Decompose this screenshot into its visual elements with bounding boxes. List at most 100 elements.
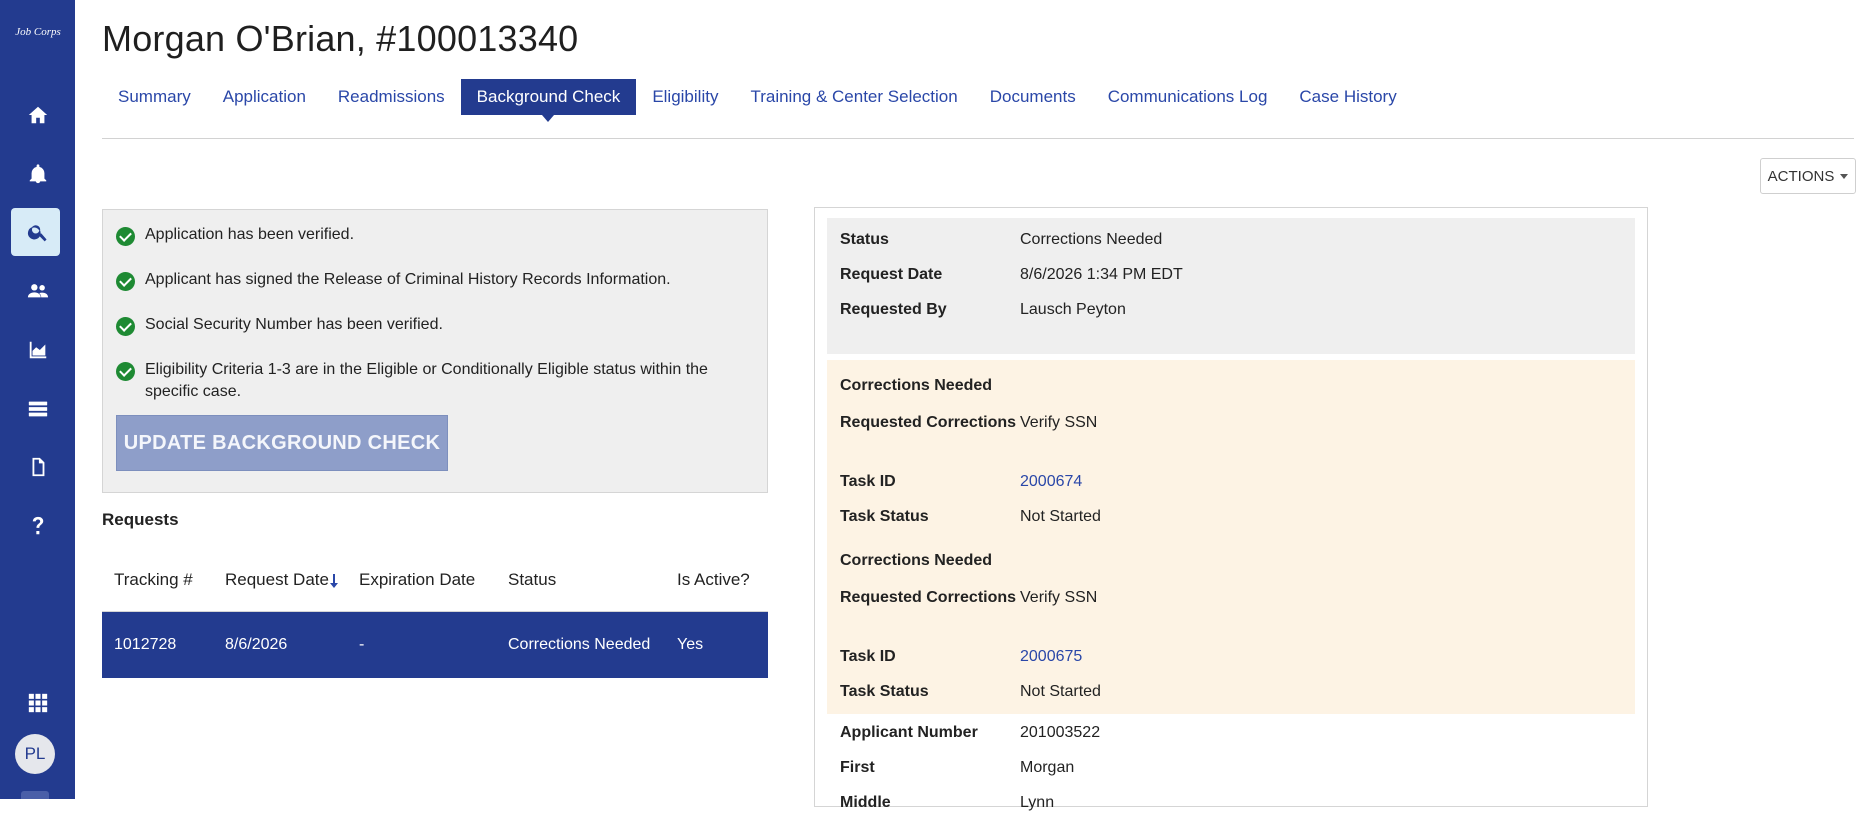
tab-documents[interactable]: Documents — [974, 79, 1092, 115]
check-circle-icon — [116, 227, 135, 246]
detail-key: Task ID — [840, 473, 896, 490]
detail-value: 8/6/2026 1:34 PM EDT — [1020, 266, 1183, 283]
tabs-divider — [102, 138, 1854, 139]
detail-row-task-id: Task ID 2000675 — [840, 645, 1620, 669]
table-row[interactable]: 1012728 8/6/2026 - Corrections Needed Ye… — [102, 612, 768, 678]
task-id-link[interactable]: 2000675 — [1020, 645, 1082, 669]
tab-application[interactable]: Application — [207, 79, 322, 115]
tab-background-check[interactable]: Background Check — [460, 79, 637, 122]
detail-row-task-status: Task Status Not Started — [840, 505, 1620, 529]
sidebar: Job Corps PL — [0, 0, 75, 799]
chart-icon — [29, 341, 46, 359]
tab-summary[interactable]: Summary — [102, 79, 207, 115]
apps-grid-icon — [28, 693, 47, 713]
checklist-item-text: Social Security Number has been verified… — [145, 316, 443, 333]
nav-lists[interactable] — [0, 385, 75, 433]
checklist-item: Applicant has signed the Release of Crim… — [116, 269, 746, 291]
detail-value: Verify SSN — [1020, 589, 1098, 606]
detail-key: Task Status — [840, 508, 929, 525]
detail-row-task-id: Task ID 2000674 — [840, 470, 1620, 494]
table-header-row: Tracking # Request Date Expiration Date … — [102, 548, 768, 612]
detail-key: Requested Corrections — [840, 414, 1017, 431]
column-header-request-date[interactable]: Request Date — [213, 548, 347, 611]
nav-people[interactable] — [0, 267, 75, 315]
request-detail-panel: Status Corrections Needed Request Date 8… — [814, 207, 1648, 811]
requests-table: Tracking # Request Date Expiration Date … — [102, 548, 768, 678]
detail-key: Request Date — [840, 266, 943, 283]
check-circle-icon — [116, 272, 135, 291]
detail-value: Not Started — [1020, 683, 1101, 700]
cell-status: Corrections Needed — [508, 636, 651, 653]
tab-training-center-selection[interactable]: Training & Center Selection — [734, 79, 973, 115]
checklist-item-text: Applicant has signed the Release of Crim… — [145, 271, 671, 288]
tab-communications-log[interactable]: Communications Log — [1092, 79, 1284, 115]
search-icon — [27, 225, 47, 242]
caret-down-icon — [1840, 173, 1849, 179]
checklist-item: Application has been verified. — [116, 224, 746, 246]
corrections-title: Corrections Needed — [840, 377, 993, 394]
nav-help[interactable] — [0, 502, 75, 550]
cell-expiration-date: - — [359, 636, 365, 653]
detail-row-request-date: Request Date 8/6/2026 1:34 PM EDT — [840, 263, 1620, 287]
case-tabs: Summary Application Readmissions Backgro… — [102, 79, 1413, 122]
page-title: Morgan O'Brian, #100013340 — [102, 18, 579, 59]
requests-heading: Requests — [102, 510, 179, 529]
tab-readmissions[interactable]: Readmissions — [322, 79, 461, 115]
home-icon — [28, 106, 47, 124]
cell-tracking: 1012728 — [114, 636, 177, 653]
bell-icon — [29, 164, 46, 184]
background-check-checklist: Application has been verified. Applicant… — [102, 209, 768, 493]
user-avatar[interactable]: PL — [15, 734, 55, 774]
nav-reports[interactable] — [0, 326, 75, 374]
nav-notifications[interactable] — [0, 150, 75, 198]
detail-value: Lynn — [1020, 794, 1055, 811]
tab-eligibility[interactable]: Eligibility — [636, 79, 734, 115]
corrections-box: Corrections Needed Requested Corrections… — [827, 360, 1635, 536]
nav-documents[interactable] — [0, 443, 75, 491]
detail-key: Requested Corrections — [840, 589, 1017, 606]
detail-key: Requested By — [840, 301, 947, 318]
corrections-box: Corrections Needed Requested Corrections… — [827, 536, 1635, 714]
cell-request-date: 8/6/2026 — [225, 636, 288, 653]
detail-key: First — [840, 759, 875, 776]
column-header-is-active[interactable]: Is Active? — [665, 548, 768, 611]
nav-home[interactable] — [0, 91, 75, 139]
people-icon — [27, 284, 48, 298]
detail-row-requested-corrections: Requested Corrections Verify SSN — [840, 411, 1620, 435]
nav-apps[interactable] — [0, 679, 75, 727]
detail-value: Corrections Needed — [1020, 231, 1163, 248]
corrections-title: Corrections Needed — [840, 552, 993, 569]
sidebar-overflow-item[interactable] — [21, 791, 49, 799]
detail-value: Morgan — [1020, 759, 1075, 776]
update-background-check-button[interactable]: UPDATE BACKGROUND CHECK — [116, 415, 448, 471]
sort-down-icon — [330, 574, 338, 588]
cell-is-active: Yes — [677, 636, 704, 653]
checklist-item: Eligibility Criteria 1-3 are in the Elig… — [116, 359, 746, 403]
detail-key: Task ID — [840, 648, 896, 665]
column-header-tracking[interactable]: Tracking # — [102, 548, 213, 611]
list-icon — [28, 401, 47, 417]
detail-row-middle-name: Middle Lynn — [840, 791, 1620, 815]
detail-row-status: Status Corrections Needed — [840, 228, 1620, 252]
check-circle-icon — [116, 362, 135, 381]
detail-key: Middle — [840, 794, 891, 811]
detail-value: 201003522 — [1020, 724, 1101, 741]
task-id-link[interactable]: 2000674 — [1020, 470, 1082, 494]
actions-label: ACTIONS — [1767, 167, 1835, 185]
detail-value: Not Started — [1020, 508, 1101, 525]
request-summary-box: Status Corrections Needed Request Date 8… — [827, 218, 1635, 354]
detail-row-requested-corrections: Requested Corrections Verify SSN — [840, 586, 1620, 610]
detail-row-first-name: First Morgan — [840, 756, 1620, 780]
detail-key: Task Status — [840, 683, 929, 700]
checklist-item-text: Eligibility Criteria 1-3 are in the Elig… — [145, 361, 708, 400]
tab-case-history[interactable]: Case History — [1283, 79, 1412, 115]
nav-search[interactable] — [0, 208, 75, 256]
actions-dropdown-button[interactable]: ACTIONS — [1760, 158, 1856, 194]
column-header-status[interactable]: Status — [496, 548, 665, 611]
column-header-expiration-date[interactable]: Expiration Date — [347, 548, 496, 611]
checklist-item: Social Security Number has been verified… — [116, 314, 746, 336]
job-corps-logo[interactable]: Job Corps — [6, 26, 70, 38]
checklist-item-text: Application has been verified. — [145, 226, 355, 243]
document-icon — [32, 457, 44, 477]
detail-key: Status — [840, 231, 889, 248]
